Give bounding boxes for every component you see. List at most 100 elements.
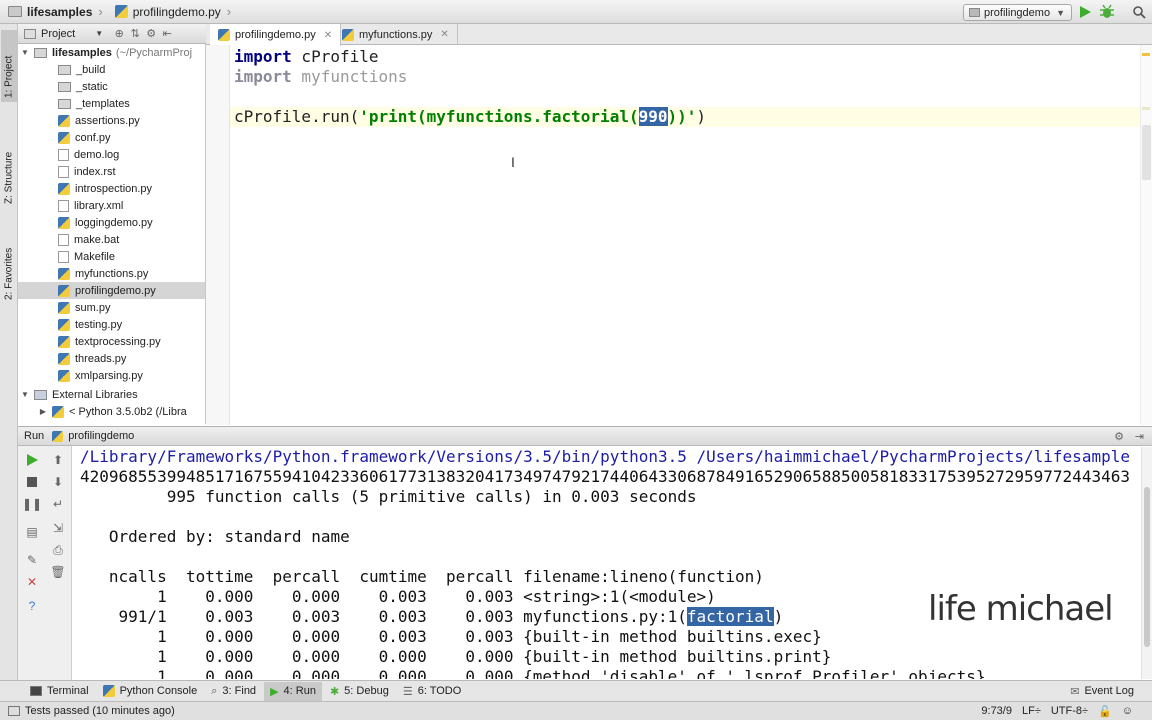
run-button[interactable]	[1076, 3, 1094, 21]
gear-icon[interactable]: ⚙	[143, 26, 159, 42]
collapse-all-icon[interactable]: ⇅	[127, 26, 143, 42]
tree-item[interactable]: testing.py	[18, 316, 205, 333]
status-message[interactable]: Tests passed (10 minutes ago)	[20, 705, 180, 717]
search-everywhere-button[interactable]	[1130, 3, 1148, 21]
tree-item[interactable]: profilingdemo.py	[18, 282, 205, 299]
hide-panel-icon[interactable]: ⇤	[159, 26, 175, 42]
code-line-4: cProfile.run('print(myfunctions.factoria…	[234, 107, 1134, 127]
console-blank	[80, 547, 1140, 567]
run-tool-button[interactable]: ▶ 4: Run	[264, 681, 322, 701]
tree-item[interactable]: _templates	[18, 95, 205, 112]
tree-item[interactable]: _static	[18, 78, 205, 95]
breadcrumb-file[interactable]: profilingdemo.py ›	[107, 0, 235, 24]
terminal-button[interactable]: Terminal	[24, 682, 95, 701]
clear-all-button[interactable]: 🗑	[48, 562, 68, 582]
console-scrollbar[interactable]	[1141, 447, 1152, 679]
scroll-up-button[interactable]: ⬆	[48, 450, 68, 470]
tree-item[interactable]: library.xml	[18, 197, 205, 214]
warning-marker[interactable]	[1142, 53, 1150, 56]
debug-button[interactable]	[1098, 3, 1116, 21]
caret-position[interactable]: 9:73/9	[976, 705, 1017, 718]
play-icon	[1080, 6, 1091, 18]
tree-item-label: introspection.py	[75, 182, 153, 195]
identifier: myfunctions	[291, 67, 408, 86]
scroll-from-source-icon[interactable]: ⊕	[111, 26, 127, 42]
tree-item-label: Makefile	[74, 250, 115, 263]
lock-icon[interactable]: 🔓	[1093, 705, 1117, 718]
code-editor[interactable]: import cProfile import myfunctions cProf…	[234, 47, 1134, 127]
status-icon[interactable]	[8, 706, 20, 716]
gear-icon[interactable]: ⚙	[1114, 430, 1124, 443]
tree-item[interactable]: sum.py	[18, 299, 205, 316]
breadcrumb-project[interactable]: lifesamples ›	[0, 0, 107, 24]
tab-project[interactable]: 1: Project	[1, 30, 17, 102]
tree-item[interactable]: introspection.py	[18, 180, 205, 197]
tree-item[interactable]: threads.py	[18, 350, 205, 367]
tree-item[interactable]: index.rst	[18, 163, 205, 180]
close-icon[interactable]: ✕	[440, 29, 448, 40]
tree-item[interactable]: demo.log	[18, 146, 205, 163]
tree-external-libraries[interactable]: ▼ External Libraries	[18, 386, 205, 403]
printer-icon: ⎙	[53, 542, 63, 557]
scroll-thumb[interactable]	[1142, 125, 1151, 180]
close-icon[interactable]: ✕	[324, 30, 332, 41]
run-console[interactable]: /Library/Frameworks/Python.framework/Ver…	[80, 447, 1140, 679]
close-button[interactable]: ✕	[22, 572, 42, 592]
file-encoding[interactable]: UTF-8÷	[1046, 705, 1093, 718]
editor-gutter	[206, 45, 230, 425]
editor-scrollbar[interactable]	[1140, 45, 1152, 425]
selected-text: 990	[638, 107, 668, 126]
python-console-button[interactable]: Python Console	[97, 682, 204, 701]
hide-panel-icon[interactable]: ⇥	[1135, 430, 1144, 443]
restore-layout-button[interactable]: ▤	[22, 522, 42, 542]
tree-item[interactable]: _build	[18, 61, 205, 78]
tab-favorites[interactable]: 2: Favorites	[1, 220, 17, 304]
console-table-header: ncalls tottime percall cumtime percall f…	[80, 567, 764, 586]
change-marker[interactable]	[1142, 107, 1150, 110]
help-icon: ?	[28, 599, 36, 613]
line-separator[interactable]: LF÷	[1017, 705, 1046, 718]
event-log-button[interactable]: ✉ Event Log	[1064, 682, 1140, 701]
tree-item[interactable]: make.bat	[18, 231, 205, 248]
project-view-select[interactable]: Project ▼	[18, 28, 103, 40]
tree-item[interactable]: conf.py	[18, 129, 205, 146]
todo-button[interactable]: ☰ 6: TODO	[397, 682, 467, 701]
run-config-icon	[969, 8, 981, 17]
inspector-icon[interactable]: ☺	[1117, 705, 1138, 718]
tree-item[interactable]: Makefile	[18, 248, 205, 265]
tree-root[interactable]: ▼ lifesamples (~/PycharmProj	[18, 44, 205, 61]
scroll-down-button[interactable]: ⬇	[48, 472, 68, 492]
tab-structure[interactable]: Z: Structure	[1, 124, 17, 208]
tree-item-label: threads.py	[75, 352, 127, 365]
run-config-tab[interactable]: profilingdemo	[52, 430, 134, 442]
python-file-icon	[58, 352, 70, 365]
help-button[interactable]: ?	[22, 596, 42, 616]
status-bar: Tests passed (10 minutes ago) 9:73/9 LF÷…	[0, 701, 1152, 720]
print-button[interactable]: ⎙	[48, 540, 68, 560]
pin-button[interactable]: ✎	[22, 550, 42, 570]
stop-icon	[27, 477, 37, 487]
find-button[interactable]: ⌕ 3: Find	[205, 682, 262, 701]
tree-item[interactable]: textprocessing.py	[18, 333, 205, 350]
tree-item[interactable]: loggingdemo.py	[18, 214, 205, 231]
tab-profilingdemo[interactable]: profilingdemo.py ✕	[210, 24, 342, 46]
python-file-icon	[58, 131, 70, 144]
tree-item-label: make.bat	[74, 233, 120, 246]
tab-myfunctions[interactable]: myfunctions.py ✕	[334, 24, 458, 45]
debug-tool-button[interactable]: ✱ 5: Debug	[324, 682, 395, 701]
tree-item[interactable]: assertions.py	[18, 112, 205, 129]
scroll-thumb[interactable]	[1144, 487, 1150, 647]
stop-button[interactable]	[22, 472, 42, 492]
tree-item[interactable]: myfunctions.py	[18, 265, 205, 282]
play-icon: ▶	[270, 685, 279, 698]
python-file-icon	[58, 284, 70, 297]
console-row: 1 0.000 0.000 0.000 0.000 {built-in meth…	[80, 647, 832, 666]
scroll-to-end-button[interactable]: ⇲	[48, 518, 68, 538]
tree-item[interactable]: xmlparsing.py	[18, 367, 205, 384]
pause-button[interactable]: ❚❚	[22, 494, 42, 514]
tree-python-sdk[interactable]: ▶ < Python 3.5.0b2 (/Libra	[18, 403, 205, 420]
code-line-2: import myfunctions	[234, 67, 1134, 87]
run-configuration-select[interactable]: profilingdemo ▼	[963, 4, 1072, 21]
rerun-button[interactable]	[22, 450, 42, 470]
soft-wrap-button[interactable]: ↵	[48, 494, 68, 514]
